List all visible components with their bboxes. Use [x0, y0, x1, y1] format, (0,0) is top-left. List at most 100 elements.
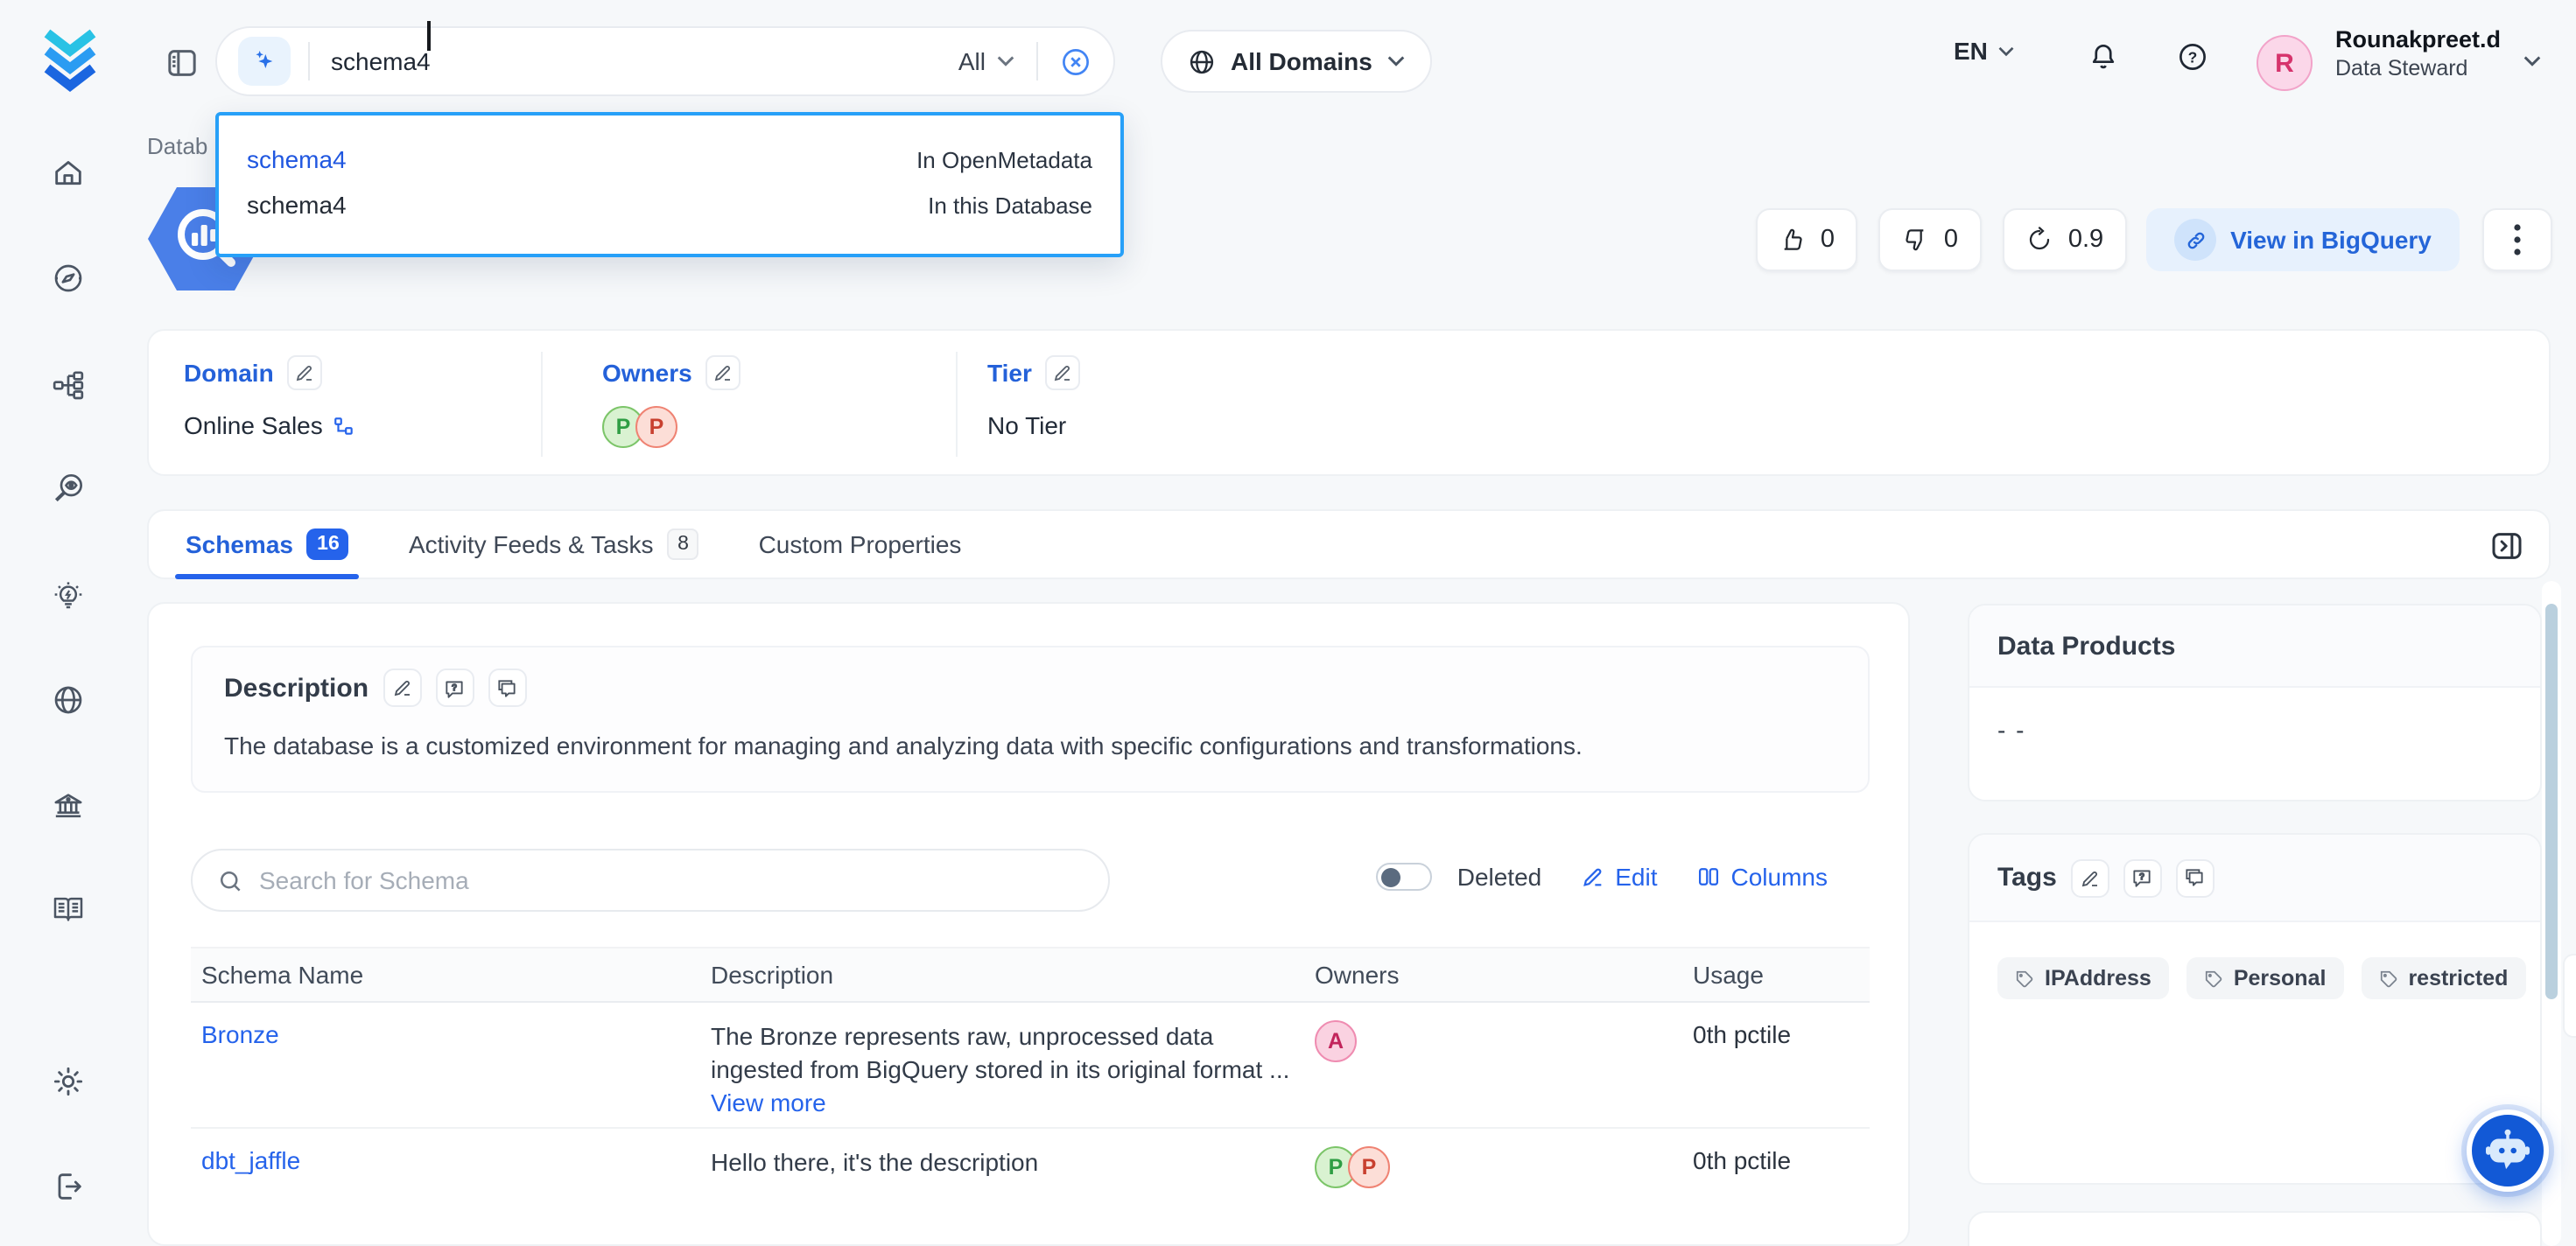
sidebar-domains-globe-icon[interactable]	[51, 682, 86, 718]
sidebar-observability-icon[interactable]	[51, 471, 86, 506]
tag-icon	[2204, 969, 2223, 988]
schema-description: ingested from BigQuery stored in its ori…	[711, 1054, 1304, 1087]
search-suggestions-dropdown: schema4 In OpenMetadata schema4 In this …	[215, 112, 1124, 257]
tags-conversations-icon[interactable]	[2176, 858, 2215, 897]
sidebar-settings-gear-icon[interactable]	[51, 1064, 86, 1099]
entity-summary-card: Domain Online Sales Owners P	[147, 329, 2551, 476]
score-button[interactable]: 0.9	[2003, 208, 2127, 271]
table-row: dbt_jaffle Hello there, it's the descrip…	[191, 1129, 1870, 1246]
sidebar-govern-bank-icon[interactable]	[51, 789, 86, 824]
table-header-row: Schema Name Description Owners Usage	[191, 947, 1870, 1003]
tags-card: Tags ? IPAddress	[1968, 833, 2542, 1185]
tab-activity-feeds[interactable]: Activity Feeds & Tasks 8	[409, 509, 699, 579]
request-tags-icon[interactable]: ?	[2123, 858, 2162, 897]
description-conversations-icon[interactable]	[488, 668, 526, 707]
table-controls: Deleted Edit Columns	[1377, 863, 1828, 891]
search-divider	[308, 42, 310, 80]
openmetadata-logo-icon[interactable]	[32, 21, 109, 102]
schema-description: The Bronze represents raw, unprocessed d…	[711, 1020, 1304, 1054]
downvote-count: 0	[1944, 226, 1958, 254]
tag-label: Personal	[2234, 966, 2327, 990]
downvote-button[interactable]: 0	[1878, 208, 1982, 271]
edit-description-pencil-icon[interactable]	[383, 668, 421, 707]
schema-search-input[interactable]	[259, 866, 1084, 894]
sidebar-lineage-icon[interactable]	[51, 368, 86, 402]
owner-avatar[interactable]: P	[1348, 1146, 1390, 1188]
tab-activity-label: Activity Feeds & Tasks	[409, 530, 654, 558]
user-avatar-initial: R	[2275, 48, 2294, 78]
tag-chip[interactable]: IPAddress	[1997, 957, 2169, 999]
link-icon	[2174, 219, 2216, 261]
tab-activity-count-badge: 8	[668, 528, 699, 560]
schemas-panel: Description ? The database is a customiz	[147, 602, 1910, 1246]
tier-value: No Tier	[987, 411, 1066, 439]
tab-custom-properties[interactable]: Custom Properties	[759, 509, 962, 579]
breadcrumb[interactable]: Datab	[147, 133, 224, 159]
view-more-link[interactable]: View more	[711, 1087, 1304, 1120]
all-domains-button[interactable]: All Domains	[1161, 30, 1432, 93]
search-suggestion-item[interactable]: schema4 In this Database	[247, 186, 1092, 224]
all-domains-label: All Domains	[1231, 47, 1372, 75]
divider	[541, 352, 543, 457]
user-menu[interactable]: Rounakpreet.d Data Steward	[2335, 26, 2501, 82]
edit-label: Edit	[1615, 863, 1657, 891]
search-divider	[1036, 42, 1038, 80]
col-header-owners[interactable]: Owners	[1304, 961, 1682, 989]
sidebar-collapse-icon[interactable]	[165, 46, 200, 80]
svg-text:?: ?	[452, 682, 457, 692]
edit-owners-pencil-icon[interactable]	[706, 355, 741, 390]
schema-link[interactable]: Bronze	[201, 1020, 279, 1048]
suggestion-label: schema4	[247, 145, 347, 173]
more-options-kebab-button[interactable]	[2482, 208, 2552, 271]
sidebar-glossary-book-icon[interactable]	[51, 891, 86, 926]
notifications-bell-icon[interactable]	[2087, 38, 2120, 75]
suggestion-context: In this Database	[928, 192, 1092, 218]
sidebar-home-icon[interactable]	[51, 156, 86, 191]
score-value: 0.9	[2068, 226, 2103, 254]
edit-tags-pencil-icon[interactable]	[2071, 858, 2109, 897]
deleted-toggle[interactable]	[1377, 863, 1433, 891]
owner-avatar[interactable]: P	[635, 406, 677, 448]
suggestion-label: schema4	[247, 191, 347, 219]
owner-avatar[interactable]: A	[1315, 1020, 1357, 1062]
domain-value[interactable]: Online Sales	[184, 411, 323, 439]
edit-domain-pencil-icon[interactable]	[288, 355, 323, 390]
tab-schemas[interactable]: Schemas 16	[186, 509, 349, 579]
search-scope-select[interactable]: All	[958, 47, 1015, 75]
chatbot-button[interactable]	[2467, 1110, 2549, 1192]
request-description-icon[interactable]: ?	[435, 668, 474, 707]
col-header-schema-name[interactable]: Schema Name	[191, 961, 700, 989]
global-search-input[interactable]	[331, 47, 937, 75]
sidebar-logout-icon[interactable]	[51, 1169, 86, 1204]
user-menu-chevron-icon[interactable]	[2523, 54, 2542, 68]
sparkle-icon[interactable]	[238, 37, 291, 86]
globe-icon	[1187, 46, 1217, 76]
col-header-description[interactable]: Description	[700, 961, 1304, 989]
language-selector[interactable]: EN	[1954, 37, 2016, 65]
view-in-bigquery-label: View in BigQuery	[2230, 226, 2432, 254]
edit-tier-pencil-icon[interactable]	[1046, 355, 1081, 390]
schema-link[interactable]: dbt_jaffle	[201, 1146, 300, 1174]
user-avatar[interactable]: R	[2257, 35, 2313, 91]
columns-button[interactable]: Columns	[1696, 863, 1828, 891]
edit-table-button[interactable]: Edit	[1580, 863, 1657, 891]
description-title: Description	[224, 673, 369, 703]
divider	[956, 352, 958, 457]
right-panel-toggle-icon[interactable]	[2489, 528, 2524, 564]
tab-custom-properties-label: Custom Properties	[759, 530, 962, 558]
help-icon[interactable]: ?	[2176, 40, 2209, 74]
data-products-card: Data Products - -	[1968, 604, 2542, 802]
col-header-usage[interactable]: Usage	[1682, 961, 1870, 989]
tag-chip[interactable]: restricted	[2361, 957, 2525, 999]
search-suggestion-item[interactable]: schema4 In OpenMetadata	[247, 140, 1092, 178]
tag-chip[interactable]: Personal	[2186, 957, 2344, 999]
sidebar-insights-bulb-icon[interactable]	[51, 579, 86, 614]
sidebar-explore-compass-icon[interactable]	[51, 261, 86, 296]
search-clear-icon[interactable]	[1059, 45, 1092, 78]
scrollbar-thumb[interactable]	[2545, 604, 2558, 999]
data-products-title: Data Products	[1997, 631, 2175, 661]
schemas-table: Schema Name Description Owners Usage Bro…	[191, 947, 1870, 1246]
upvote-button[interactable]: 0	[1756, 208, 1857, 271]
search-scope-label: All	[958, 47, 986, 75]
view-in-bigquery-button[interactable]: View in BigQuery	[2146, 208, 2460, 271]
